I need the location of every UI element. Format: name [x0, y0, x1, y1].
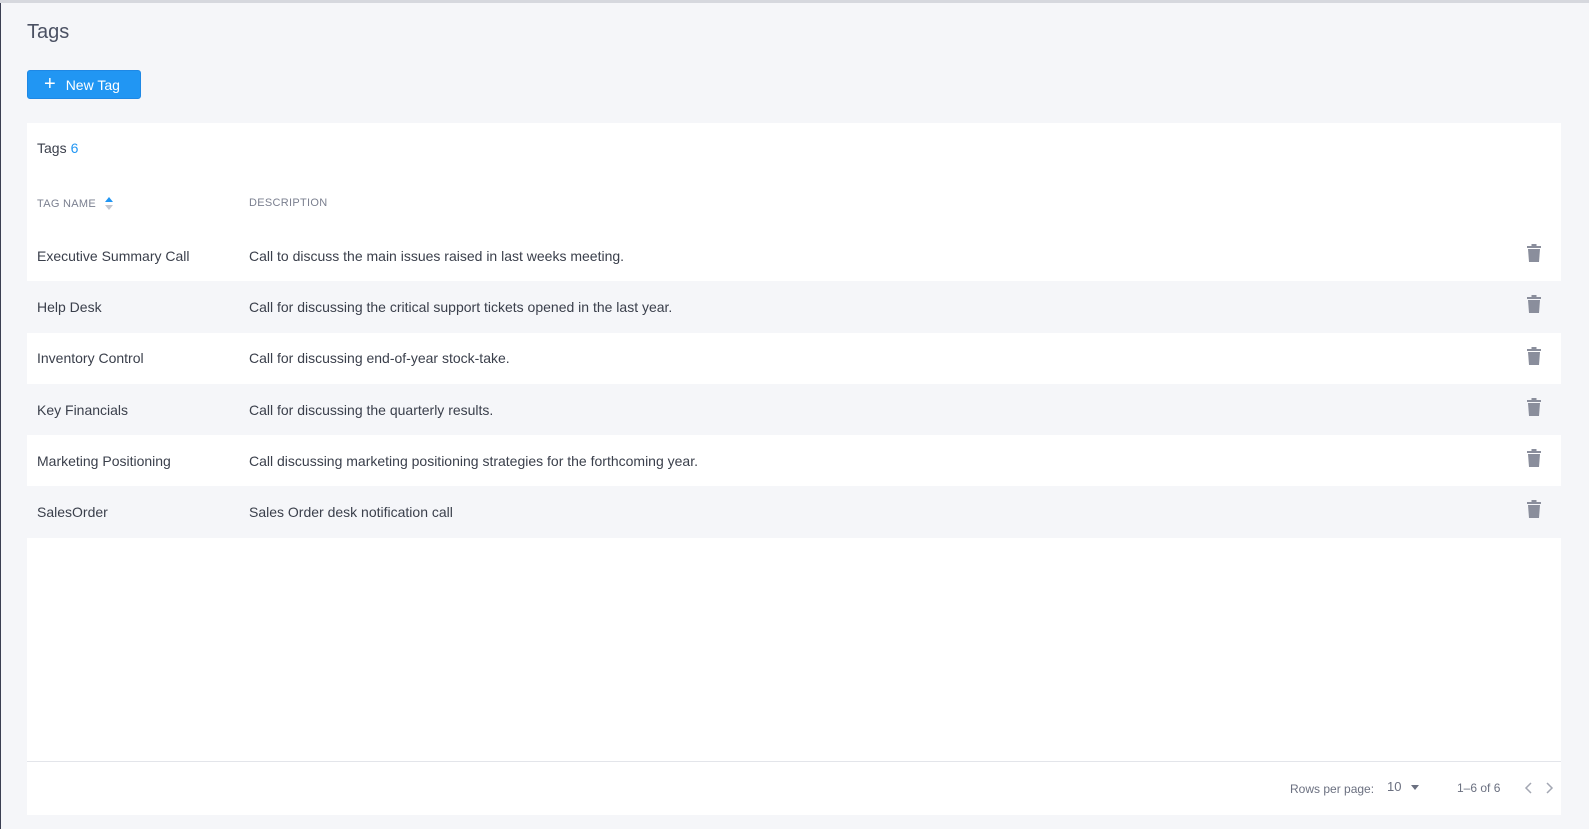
chevron-left-icon[interactable] [1522, 780, 1536, 796]
footer-divider [27, 761, 1561, 762]
tag-description-cell: Call discussing marketing positioning st… [249, 452, 698, 469]
table-row[interactable]: SalesOrder Sales Order desk notification… [27, 486, 1561, 538]
tag-description-cell: Sales Order desk notification call [249, 504, 453, 521]
tag-description-cell: Call for discussing the quarterly result… [249, 401, 494, 418]
pagination-range: 1–6 of 6 [1457, 781, 1501, 795]
new-tag-label: New Tag [65, 76, 120, 93]
rows-per-page-select[interactable]: 10 [1387, 779, 1420, 794]
column-header-tag-name[interactable]: Tag Name [37, 197, 114, 210]
tag-name-cell: Inventory Control [37, 350, 144, 367]
tag-name-cell: Help Desk [37, 298, 102, 315]
table-row[interactable]: Executive Summary Call Call to discuss t… [27, 230, 1561, 282]
caret-down-icon [1411, 785, 1420, 790]
tag-description-cell: Call for discussing end-of-year stock-ta… [249, 350, 510, 367]
tag-name-cell: Key Financials [37, 401, 129, 418]
new-tag-button[interactable]: + New Tag [27, 70, 141, 99]
column-header-description[interactable]: Description [249, 197, 327, 209]
trash-icon[interactable] [1527, 449, 1541, 468]
tags-table-card: Tags 6 Tag Name Description Executive Sum… [27, 123, 1561, 815]
window-left-border [0, 3, 1, 829]
trash-icon[interactable] [1527, 244, 1541, 262]
column-header-description-label: Description [249, 197, 328, 209]
tag-name-cell: SalesOrder [37, 504, 108, 521]
pagination-footer: Rows per page: 10 1–6 of 6 [27, 779, 1561, 799]
trash-icon[interactable] [1527, 346, 1541, 365]
tag-name-cell: Marketing Positioning [37, 452, 171, 469]
tag-description-cell: Call for discussing the critical support… [249, 298, 673, 315]
table-header-title: Tags 6 [37, 140, 78, 156]
page-title: Tags [27, 21, 70, 43]
table-body: Executive Summary Call Call to discuss t… [27, 230, 1561, 538]
table-title: Tags [37, 140, 67, 156]
rows-per-page-value: 10 [1387, 779, 1402, 794]
tag-name-cell: Executive Summary Call [37, 247, 190, 264]
chevron-right-icon[interactable] [1542, 780, 1556, 796]
trash-icon[interactable] [1527, 397, 1541, 416]
plus-icon: + [44, 72, 56, 95]
trash-icon[interactable] [1527, 500, 1541, 519]
tag-description-cell: Call to discuss the main issues raised i… [249, 247, 625, 264]
sort-ascending-icon[interactable] [105, 197, 114, 210]
table-row[interactable]: Help Desk Call for discussing the critic… [27, 281, 1561, 333]
rows-per-page-label: Rows per page: [1290, 782, 1375, 796]
table-row[interactable]: Key Financials Call for discussing the q… [27, 383, 1561, 436]
table-row[interactable]: Marketing Positioning Call discussing ma… [27, 435, 1561, 487]
table-row[interactable]: Inventory Control Call for discussing en… [27, 332, 1561, 384]
tag-count-badge: 6 [70, 140, 79, 156]
trash-icon[interactable] [1527, 295, 1541, 314]
column-header-tag-name-label: Tag Name [37, 197, 97, 210]
